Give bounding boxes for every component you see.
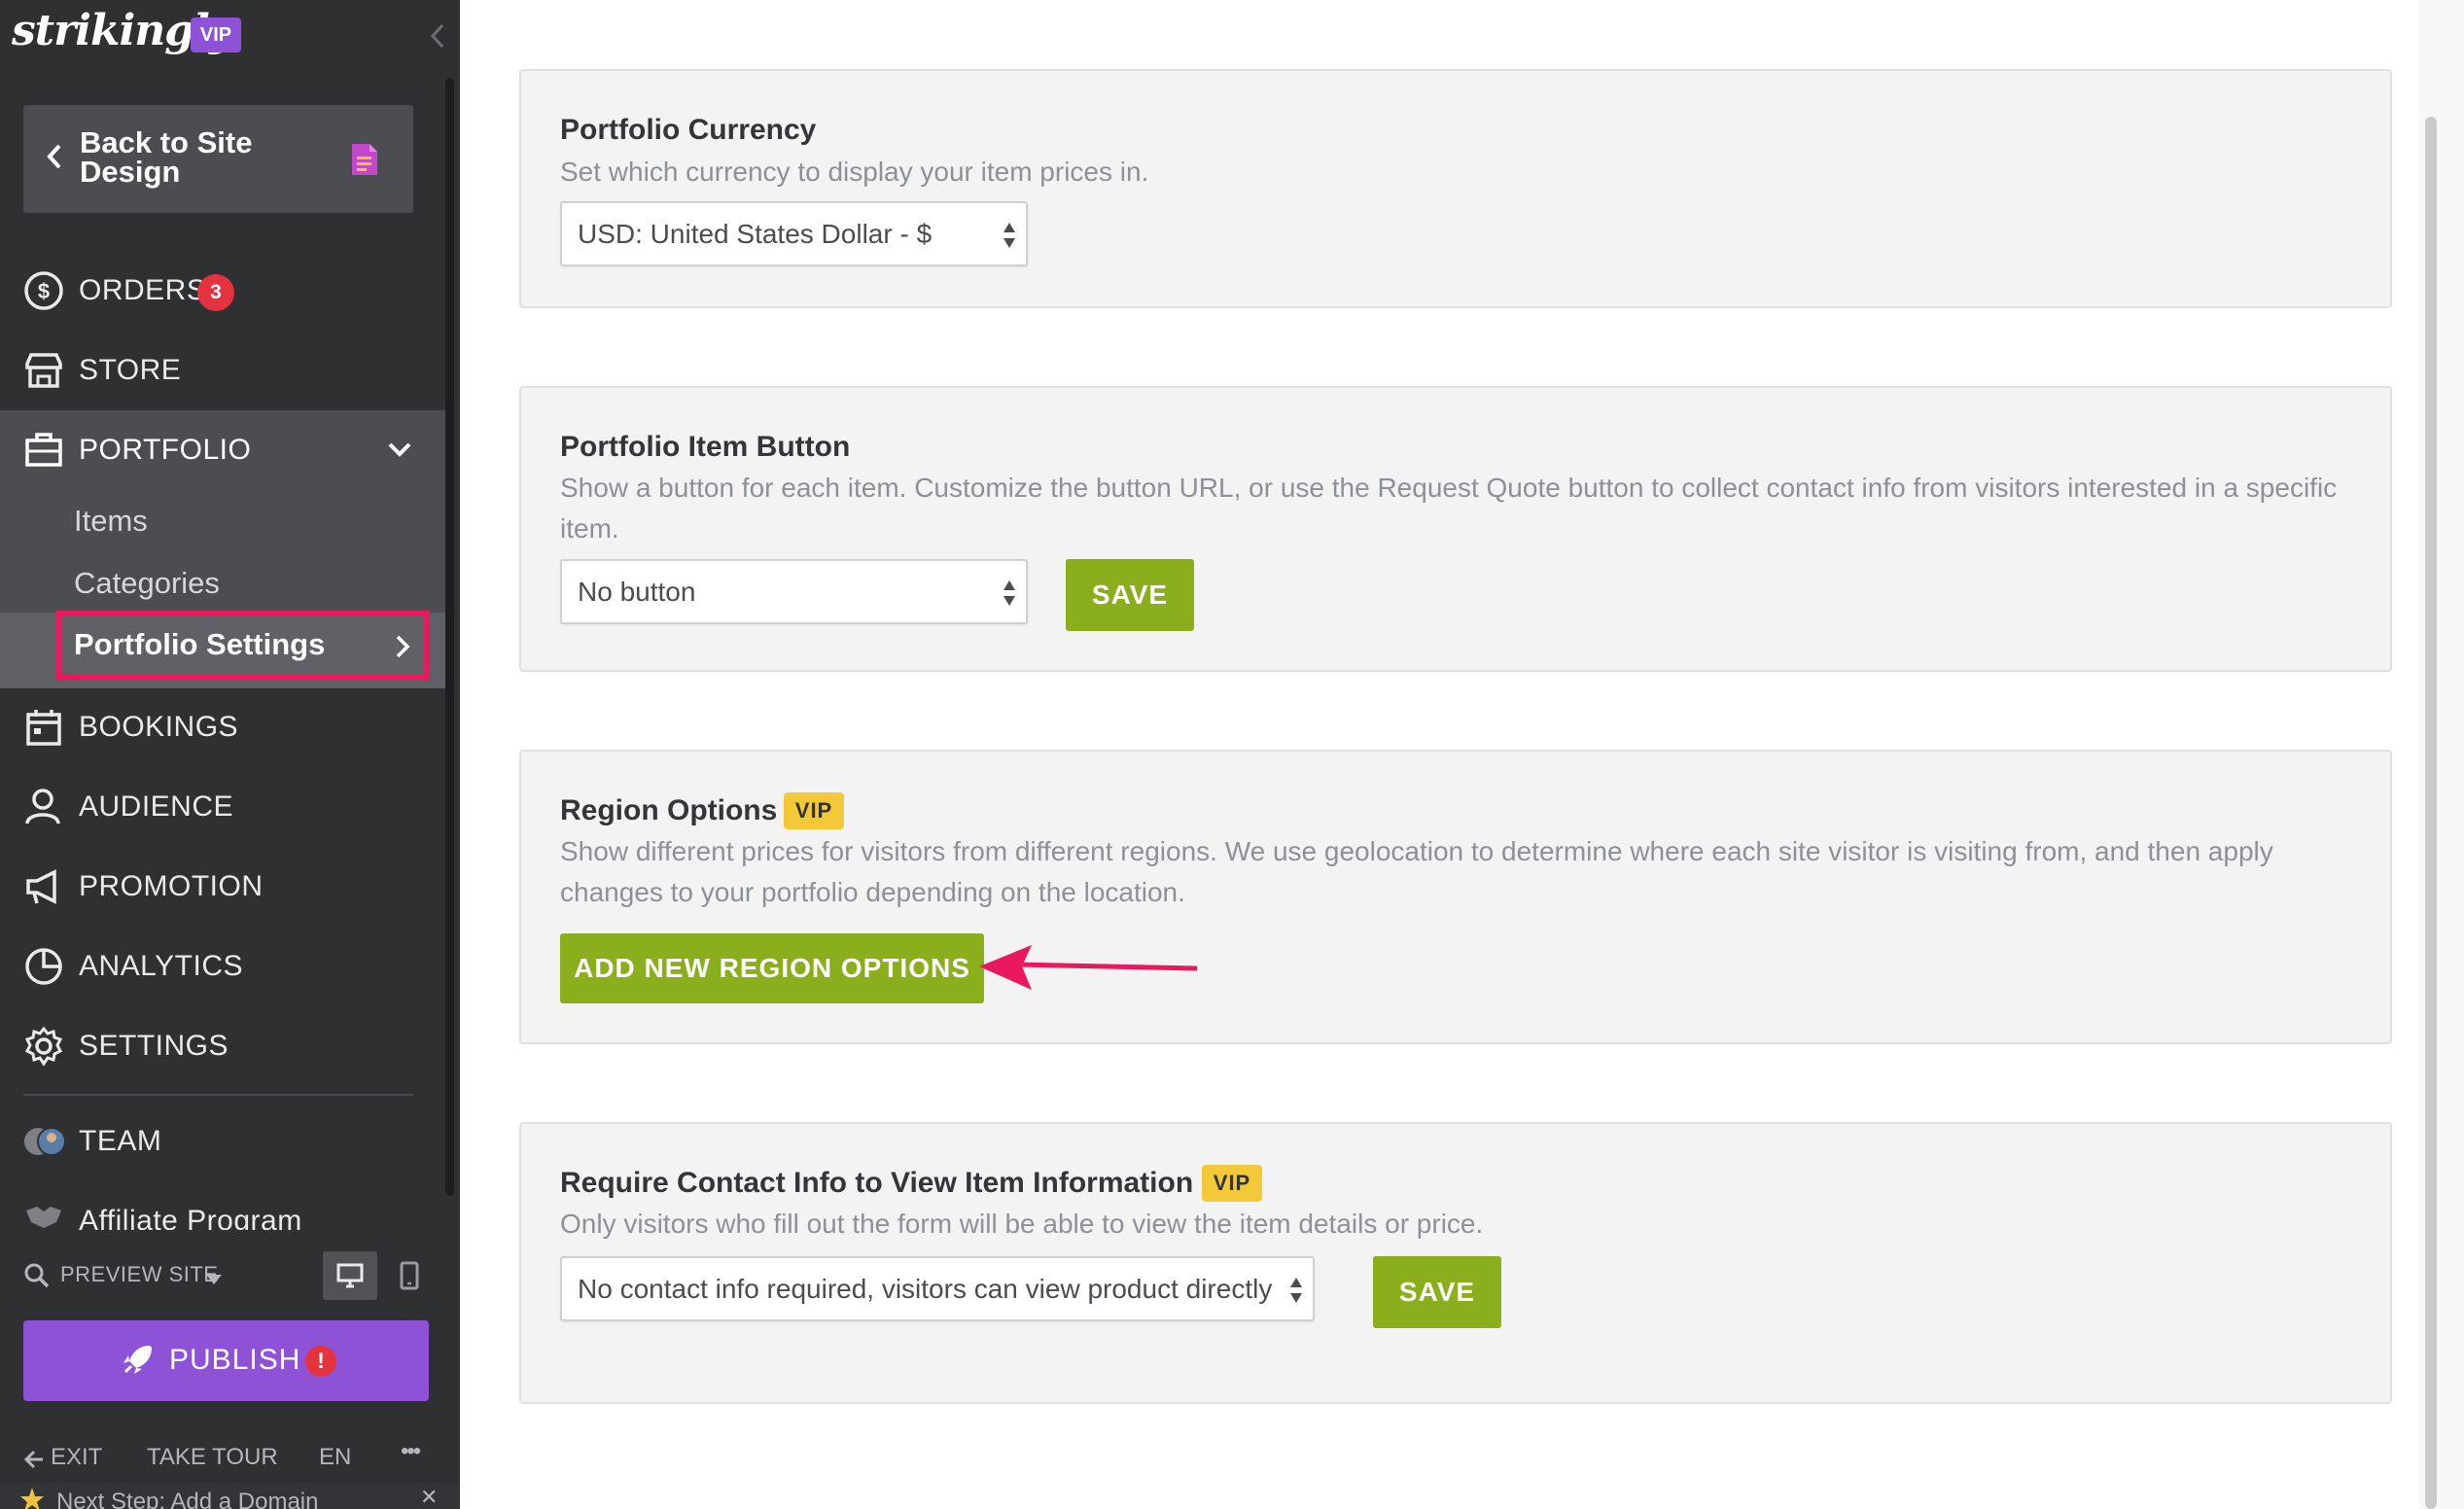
- item-button-save-button[interactable]: SAVE: [1066, 559, 1194, 631]
- arrow-annotation-icon: [979, 945, 1198, 990]
- svg-text:$: $: [38, 279, 50, 303]
- collapse-sidebar-icon[interactable]: [428, 21, 447, 51]
- language-selector[interactable]: EN: [319, 1444, 351, 1471]
- mobile-icon: [400, 1261, 419, 1290]
- portfolio-currency-card: Portfolio Currency Set which currency to…: [519, 69, 2392, 308]
- arrow-left-icon: [23, 1450, 45, 1474]
- currency-select[interactable]: USD: United States Dollar - $: [560, 201, 1028, 266]
- require-contact-info-title: Require Contact Info to View Item Inform…: [560, 1167, 1194, 1199]
- require-contact-info-card: Require Contact Info to View Item Inform…: [519, 1122, 2392, 1404]
- back-to-site-label: Back to Site Design: [80, 125, 253, 189]
- add-new-region-options-button[interactable]: ADD NEW REGION OPTIONS: [560, 933, 984, 1003]
- region-options-card: Region Options VIP Show different prices…: [519, 750, 2392, 1044]
- currency-select-value: USD: United States Dollar - $: [578, 219, 933, 249]
- region-options-desc: Show different prices for visitors from …: [560, 836, 2273, 907]
- nav-promotion-label: PROMOTION: [79, 870, 264, 902]
- chevron-right-icon: [395, 634, 410, 664]
- pie-chart-icon: [23, 946, 64, 987]
- nav-affiliate-label: Affiliate Program: [79, 1205, 302, 1230]
- calendar-icon: [23, 707, 64, 748]
- publish-alert-icon: !: [305, 1346, 336, 1377]
- next-step-label: Next Step: Add a Domain: [56, 1489, 319, 1509]
- people-icon: [23, 787, 64, 827]
- next-step-banner[interactable]: Next Step: Add a Domain ✕: [0, 1483, 460, 1509]
- desktop-view-button[interactable]: [323, 1251, 377, 1300]
- select-arrows-icon: [1003, 577, 1016, 610]
- nav-bookings[interactable]: BOOKINGS: [0, 687, 445, 767]
- site-design-icon: [350, 142, 379, 182]
- contact-vip-badge: VIP: [1202, 1165, 1262, 1202]
- more-options-icon[interactable]: •••: [401, 1438, 421, 1465]
- preview-site-label: PREVIEW SITE: [60, 1262, 219, 1286]
- nav-promotion[interactable]: PROMOTION: [0, 847, 445, 927]
- nav-team-label: TEAM: [79, 1125, 162, 1157]
- sidebar-item-categories[interactable]: Categories: [74, 566, 220, 601]
- dollar-circle-icon: $: [23, 270, 64, 311]
- chevron-down-icon: [387, 439, 412, 464]
- preview-site-dropdown[interactable]: PREVIEW SITE: [23, 1258, 441, 1293]
- chevron-left-icon: [45, 142, 64, 176]
- exit-link[interactable]: EXIT: [51, 1444, 102, 1471]
- close-icon[interactable]: ✕: [420, 1485, 438, 1509]
- desktop-icon: [336, 1263, 364, 1288]
- item-button-select-value: No button: [578, 577, 696, 607]
- orders-count-badge: 3: [197, 274, 234, 311]
- contact-info-save-button[interactable]: SAVE: [1373, 1256, 1501, 1328]
- sidebar-divider: [23, 1094, 413, 1096]
- star-icon: [19, 1487, 45, 1509]
- rocket-icon: [121, 1342, 156, 1382]
- mobile-view-button[interactable]: [391, 1251, 430, 1300]
- briefcase-icon: [23, 430, 64, 471]
- nav-audience-label: AUDIENCE: [79, 790, 234, 823]
- nav-orders-label: ORDERS: [79, 274, 207, 306]
- team-avatar-icon: [23, 1125, 66, 1158]
- select-arrows-icon: [1003, 219, 1016, 252]
- publish-button[interactable]: PUBLISH !: [23, 1320, 429, 1401]
- nav-settings-label: SETTINGS: [79, 1030, 229, 1062]
- nav-affiliate-program[interactable]: Affiliate Program: [0, 1181, 445, 1230]
- nav-portfolio-label: PORTFOLIO: [79, 434, 252, 466]
- megaphone-icon: [23, 866, 64, 907]
- contact-info-select-value: No contact info required, visitors can v…: [578, 1274, 1273, 1304]
- back-to-site-design-button[interactable]: Back to Site Design: [23, 105, 413, 213]
- nav-portfolio[interactable]: PORTFOLIO: [0, 410, 445, 490]
- portfolio-item-button-title: Portfolio Item Button: [560, 431, 851, 463]
- region-vip-badge: VIP: [784, 792, 844, 829]
- nav-bookings-label: BOOKINGS: [79, 711, 239, 743]
- nav-settings[interactable]: SETTINGS: [0, 1006, 445, 1086]
- portfolio-item-button-card: Portfolio Item Button Show a button for …: [519, 386, 2392, 672]
- contact-info-select[interactable]: No contact info required, visitors can v…: [560, 1256, 1315, 1321]
- nav-store-label: STORE: [79, 354, 182, 386]
- nav-team[interactable]: TEAM: [0, 1102, 445, 1181]
- gear-icon: [23, 1026, 64, 1067]
- publish-label: PUBLISH: [169, 1344, 301, 1376]
- item-button-select[interactable]: No button: [560, 559, 1028, 624]
- search-icon: [23, 1262, 51, 1294]
- nav-audience[interactable]: AUDIENCE: [0, 767, 445, 847]
- store-icon: [23, 350, 64, 391]
- select-arrows-icon: [1289, 1274, 1303, 1307]
- require-contact-info-desc: Only visitors who fill out the form will…: [560, 1209, 1484, 1239]
- portfolio-item-button-desc: Show a button for each item. Customize t…: [560, 473, 2338, 544]
- nav-analytics[interactable]: ANALYTICS: [0, 927, 445, 1006]
- take-tour-link[interactable]: TAKE TOUR: [147, 1444, 278, 1471]
- portfolio-currency-desc: Set which currency to display your item …: [560, 157, 1149, 187]
- sidebar-item-portfolio-settings[interactable]: Portfolio Settings: [74, 627, 325, 662]
- region-options-title: Region Options: [560, 794, 778, 826]
- sidebar-item-items[interactable]: Items: [74, 504, 148, 539]
- caret-down-icon: [206, 1272, 222, 1289]
- nav-analytics-label: ANALYTICS: [79, 950, 243, 982]
- sidebar-bottom-bar: EXIT TAKE TOUR EN •••: [0, 1434, 460, 1481]
- sidebar: strikingly VIP Back to Site Design $ ORD…: [0, 0, 460, 1509]
- vip-logo-badge: VIP: [191, 18, 241, 53]
- portfolio-currency-title: Portfolio Currency: [560, 114, 817, 146]
- handshake-icon: [23, 1203, 64, 1230]
- nav-store[interactable]: STORE: [0, 331, 445, 410]
- main-scrollbar[interactable]: [2425, 117, 2437, 1509]
- nav-orders[interactable]: $ ORDERS 3: [0, 251, 445, 331]
- sidebar-scrollbar[interactable]: [445, 78, 454, 1196]
